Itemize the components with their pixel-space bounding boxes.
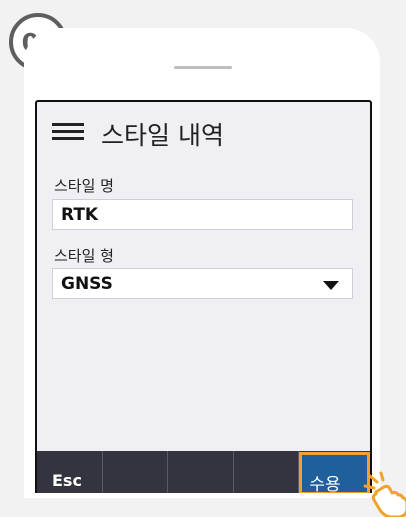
softkey-4[interactable] bbox=[234, 451, 300, 493]
softkey-2[interactable] bbox=[103, 451, 169, 493]
style-name-input[interactable]: RTK bbox=[52, 199, 353, 230]
accept-button[interactable]: 수용 bbox=[299, 452, 370, 493]
softkey-3[interactable] bbox=[168, 451, 234, 493]
device-screen: 스타일 내역 스타일 명 RTK 스타일 형 GNSS Esc 수용 bbox=[35, 100, 372, 493]
esc-button[interactable]: Esc bbox=[37, 451, 103, 493]
esc-button-label: Esc bbox=[52, 471, 82, 490]
accept-button-label: 수용 bbox=[309, 475, 341, 493]
style-type-label: 스타일 형 bbox=[54, 247, 114, 265]
chevron-down-icon[interactable] bbox=[323, 281, 339, 290]
phone-speaker bbox=[174, 66, 232, 69]
hamburger-icon[interactable] bbox=[52, 123, 84, 141]
style-type-select[interactable]: GNSS bbox=[52, 268, 353, 299]
style-type-value: GNSS bbox=[61, 274, 113, 294]
softkey-bar: Esc 수용 bbox=[37, 451, 370, 493]
style-name-label: 스타일 명 bbox=[54, 177, 114, 195]
title-bar: 스타일 내역 bbox=[37, 102, 370, 160]
page-title: 스타일 내역 bbox=[101, 121, 224, 150]
hand-pointer-icon bbox=[363, 471, 406, 517]
